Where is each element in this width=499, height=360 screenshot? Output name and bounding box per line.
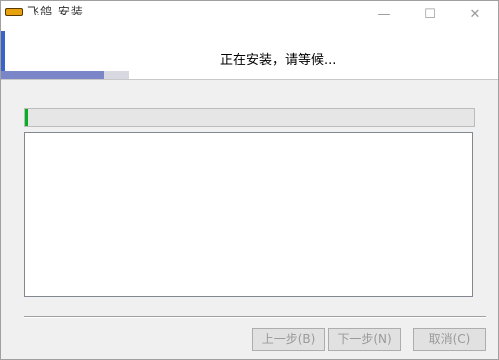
close-icon: ✕ xyxy=(469,7,481,22)
app-icon xyxy=(5,8,23,16)
footer-separator xyxy=(24,316,486,318)
install-progress-bar xyxy=(24,108,475,127)
install-log[interactable] xyxy=(24,132,473,297)
maximize-icon: ☐ xyxy=(424,7,436,22)
title-bar[interactable]: 飞鸽 安装 — ☐ ✕ xyxy=(1,1,498,31)
page-title: 正在安装，请等候... xyxy=(220,53,337,68)
header-accent xyxy=(1,31,5,71)
maximize-button[interactable]: ☐ xyxy=(407,1,453,31)
wizard-header: 正在安装，请等候... xyxy=(1,31,498,80)
progress-fill xyxy=(25,109,28,126)
installer-window: 飞鸽 安装 — ☐ ✕ 正在安装，请等候... 上一步(B) 下一步(N) 取消… xyxy=(0,0,499,360)
back-button[interactable]: 上一步(B) xyxy=(252,328,325,351)
header-decoration-tail xyxy=(104,71,129,79)
window-title: 飞鸽 安装 xyxy=(27,5,84,15)
minimize-button[interactable]: — xyxy=(361,1,407,31)
minimize-icon: — xyxy=(377,7,391,22)
close-button[interactable]: ✕ xyxy=(452,1,498,31)
header-decoration xyxy=(1,71,104,79)
cancel-button[interactable]: 取消(C) xyxy=(413,328,486,351)
next-button[interactable]: 下一步(N) xyxy=(328,328,401,351)
